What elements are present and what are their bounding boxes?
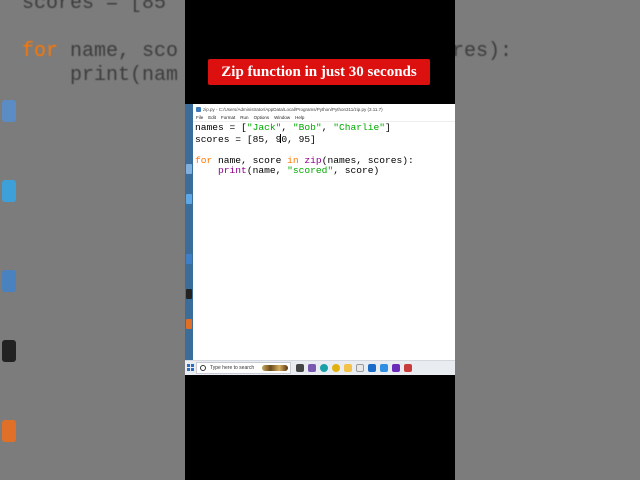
menu-help[interactable]: Help bbox=[295, 115, 304, 120]
taskbar-search[interactable]: Type here to search bbox=[196, 362, 291, 374]
background-code-line-2: for name, sco bbox=[22, 40, 179, 63]
search-icon bbox=[200, 365, 206, 371]
code-line-1: names = ["Jack", "Bob", "Charlie"] bbox=[195, 122, 391, 133]
menu-window[interactable]: Window bbox=[274, 115, 290, 120]
background-code-line-2b: ores): bbox=[455, 40, 513, 63]
screen-capture: zip.py - C:/Users/Administrator/AppData/… bbox=[185, 104, 455, 375]
video-frame: Zip function in just 30 seconds zip.py -… bbox=[185, 0, 455, 480]
blurred-background-left: scores = [85 for name, sco print(nam bbox=[0, 0, 185, 480]
code-line-2: scores = [85, 90, 95] bbox=[195, 133, 316, 145]
python-icon bbox=[196, 106, 201, 112]
search-highlight-image bbox=[262, 365, 288, 371]
mail-icon[interactable] bbox=[368, 364, 376, 372]
desktop-icon-strip bbox=[185, 104, 193, 360]
search-placeholder: Type here to search bbox=[210, 365, 255, 371]
task-view-icon[interactable] bbox=[296, 364, 304, 372]
taskbar: Type here to search bbox=[185, 360, 455, 375]
desktop-icon[interactable] bbox=[186, 254, 192, 264]
windows-start-icon[interactable] bbox=[187, 364, 194, 371]
widgets-icon[interactable] bbox=[308, 364, 316, 372]
background-code-line-1: scores = [85 bbox=[22, 0, 167, 15]
file-explorer-icon[interactable] bbox=[344, 364, 352, 372]
desktop-icon[interactable] bbox=[186, 289, 192, 299]
vs-code-icon[interactable] bbox=[380, 364, 388, 372]
store-icon[interactable] bbox=[356, 364, 364, 372]
menu-file[interactable]: File bbox=[196, 115, 203, 120]
background-code-line-3: print(nam bbox=[22, 64, 179, 87]
edge-icon[interactable] bbox=[320, 364, 328, 372]
desktop-icon[interactable] bbox=[186, 319, 192, 329]
code-area[interactable]: names = ["Jack", "Bob", "Charlie"] scores… bbox=[195, 122, 414, 177]
blurred-background-right: ores): bbox=[455, 0, 640, 480]
menu-bar: File Edit Format Run Options Window Help bbox=[193, 114, 455, 122]
video-title: Zip function in just 30 seconds bbox=[221, 63, 417, 80]
menu-options[interactable]: Options bbox=[254, 115, 270, 120]
chrome-icon[interactable] bbox=[332, 364, 340, 372]
code-line-5: print(name, "scored", score) bbox=[218, 165, 380, 177]
visual-studio-icon[interactable] bbox=[392, 364, 400, 372]
text-cursor bbox=[280, 133, 282, 143]
menu-format[interactable]: Format bbox=[221, 115, 235, 120]
idle-editor-window: zip.py - C:/Users/Administrator/AppData/… bbox=[193, 104, 455, 360]
app-icon[interactable] bbox=[404, 364, 412, 372]
desktop-icon[interactable] bbox=[186, 164, 192, 174]
title-banner: Zip function in just 30 seconds bbox=[208, 59, 430, 85]
blurred-desktop-icons bbox=[0, 20, 18, 460]
desktop-icon[interactable] bbox=[186, 194, 192, 204]
window-title: zip.py - C:/Users/Administrator/AppData/… bbox=[203, 106, 383, 112]
menu-edit[interactable]: Edit bbox=[208, 115, 216, 120]
window-titlebar[interactable]: zip.py - C:/Users/Administrator/AppData/… bbox=[193, 104, 455, 114]
menu-run[interactable]: Run bbox=[240, 115, 248, 120]
